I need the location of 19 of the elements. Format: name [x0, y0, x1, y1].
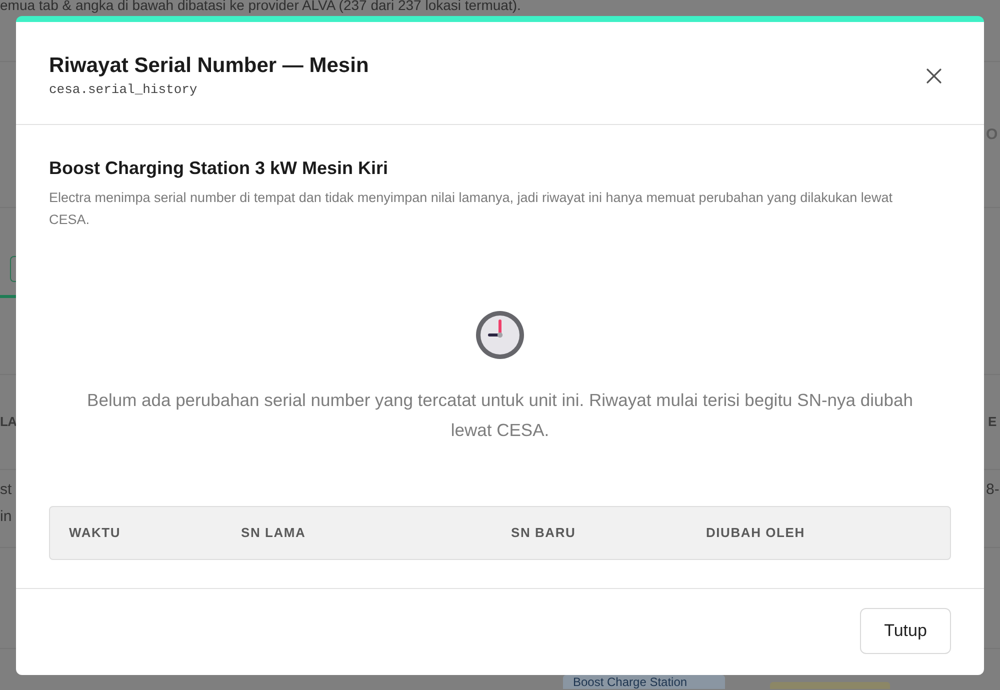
empty-state-message: Belum ada perubahan serial number yang tercatat untuk unit ini. Riwayat mulai terisi begitu SN-nya diubah lewat CESA. [86, 389, 914, 442]
column-header: WAKTU [69, 524, 121, 542]
dialog-subtitle: cesa.serial_history [49, 81, 198, 98]
column-header: DIUBAH OLEH [706, 524, 805, 542]
column-header: SN BARU [511, 524, 576, 542]
column-header: SN LAMA [241, 524, 306, 542]
clock-icon [476, 311, 524, 359]
active-tab-indicator [0, 295, 16, 298]
cell-text-fragment: st [0, 480, 12, 500]
dialog-title: Riwayat Serial Number — Mesin [49, 53, 369, 79]
column-header-fragment: LA [0, 414, 17, 430]
close-dialog-button[interactable]: Tutup [860, 608, 951, 654]
type-tag: Boost Charge Station [563, 675, 725, 689]
notice-text: emua tab & angka di bawah dibatasi ke provider ALVA (237 dari 237 lokasi termuat). [0, 0, 521, 11]
column-header-fragment: E [988, 414, 998, 430]
description-text: Electra menimpa serial number di tempat dan tidak menyimpan nilai lamanya, jadi riwayat ini hanya memuat perubahan yang dilakukan lewat CESA. [49, 189, 894, 229]
cell-text-fragment: in [0, 507, 12, 527]
cell-text-fragment: 8- [986, 480, 1000, 500]
section-title: Boost Charging Station 3 kW Mesin Kiri [49, 157, 390, 180]
